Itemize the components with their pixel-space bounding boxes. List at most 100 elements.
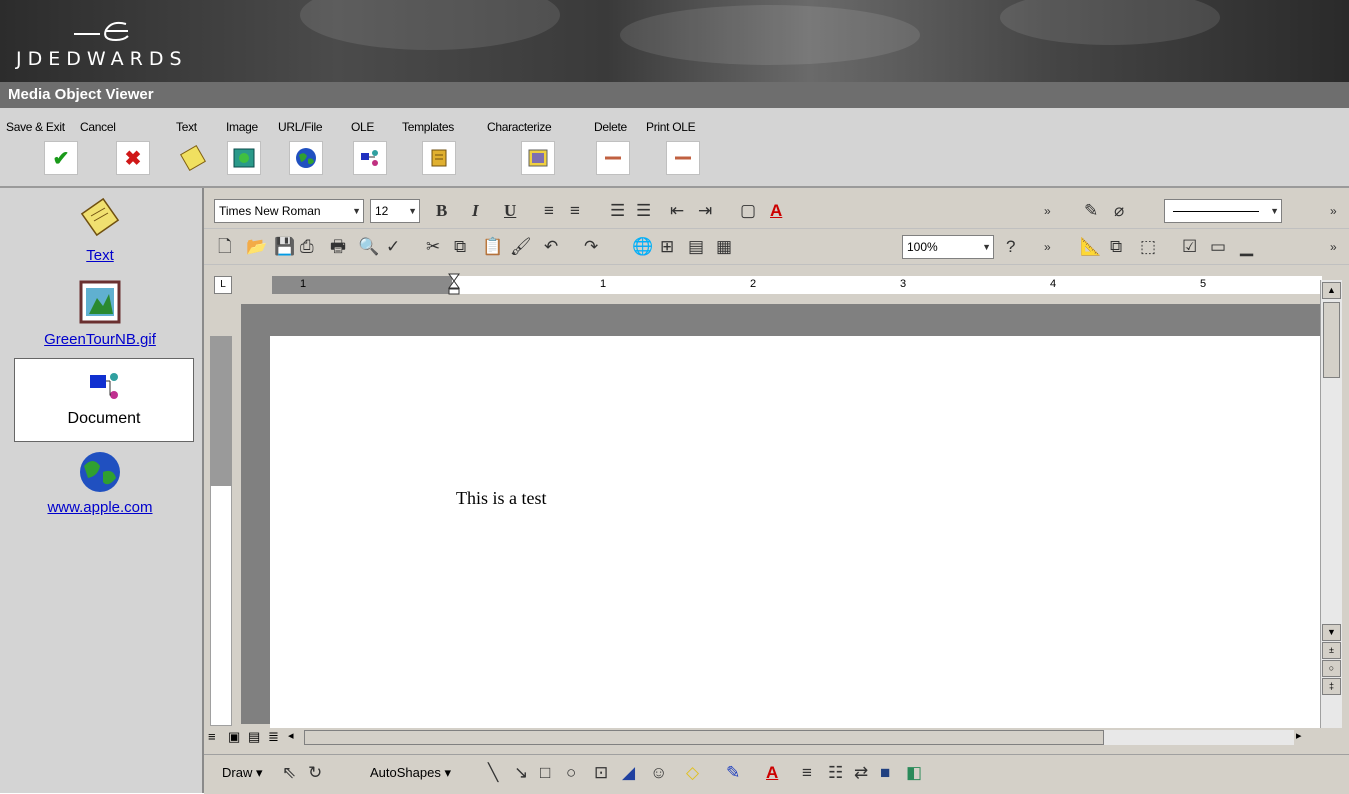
- outline-view-icon[interactable]: ≣: [268, 729, 279, 745]
- scroll-right-icon[interactable]: ▸: [1296, 729, 1302, 742]
- font-size-select[interactable]: 12 ▼: [370, 199, 420, 223]
- increase-indent-icon[interactable]: ⇥: [698, 201, 712, 221]
- save-icon[interactable]: 💾: [274, 237, 295, 257]
- permission-icon[interactable]: ⎙: [300, 237, 314, 257]
- insert-table-icon[interactable]: ▤: [688, 237, 704, 257]
- sidebar-item-text[interactable]: Text: [0, 196, 200, 264]
- print-preview-icon[interactable]: 🔍: [358, 237, 379, 257]
- arrow-tool-icon[interactable]: ↘: [514, 763, 528, 783]
- web-layout-icon[interactable]: ▣: [228, 729, 240, 745]
- insert-excel-icon[interactable]: ▦: [716, 237, 732, 257]
- paste-icon[interactable]: 📋: [482, 237, 503, 257]
- horizontal-scroll-track[interactable]: [1104, 730, 1294, 745]
- redo-icon[interactable]: ↷: [584, 237, 598, 257]
- cut-icon[interactable]: ✂: [426, 237, 440, 257]
- tables-borders-icon[interactable]: ⊞: [660, 237, 674, 257]
- scroll-left-icon[interactable]: ◂: [288, 729, 294, 742]
- draw-menu[interactable]: Draw ▾: [222, 765, 262, 781]
- line-style-icon[interactable]: ≡: [802, 763, 812, 783]
- text-box-tool-icon[interactable]: ⊡: [594, 763, 608, 783]
- spelling-icon[interactable]: ✓: [386, 237, 400, 257]
- autoshapes-menu[interactable]: AutoShapes ▾: [370, 765, 451, 781]
- line-color-icon[interactable]: ✎: [726, 763, 740, 783]
- border-icon[interactable]: ▢: [740, 201, 756, 221]
- horizontal-scroll-thumb[interactable]: [304, 730, 1104, 745]
- clip-art-icon[interactable]: ☺: [650, 763, 667, 783]
- properties-icon[interactable]: ⧉: [1110, 237, 1122, 257]
- shadow-icon[interactable]: ■: [880, 763, 890, 783]
- templates-label: Templates: [402, 120, 454, 134]
- font-color-icon[interactable]: A: [770, 201, 782, 221]
- x-icon: ✖: [124, 147, 142, 170]
- previous-page-icon[interactable]: ±: [1322, 642, 1341, 659]
- more-buttons-icon[interactable]: »: [1330, 201, 1337, 221]
- rectangle-tool-icon[interactable]: □: [540, 763, 550, 783]
- normal-view-icon[interactable]: ≡: [208, 729, 216, 744]
- command-button-icon[interactable]: ▁: [1240, 237, 1253, 257]
- indent-marker-icon[interactable]: [447, 272, 461, 296]
- text-button[interactable]: [176, 141, 210, 175]
- hyperlink-icon[interactable]: 🌐: [632, 237, 653, 257]
- cancel-button[interactable]: ✖: [116, 141, 150, 175]
- design-mode-icon[interactable]: 📐: [1080, 237, 1101, 257]
- eraser-icon[interactable]: ⌀: [1114, 201, 1124, 221]
- 3d-icon[interactable]: ◧: [906, 763, 922, 783]
- scroll-down-icon[interactable]: ▼: [1322, 624, 1341, 641]
- print-ole-button[interactable]: [666, 141, 700, 175]
- print-layout-icon[interactable]: ▤: [248, 729, 260, 745]
- sidebar-item-document[interactable]: Document: [14, 358, 194, 442]
- image-button[interactable]: [227, 141, 261, 175]
- underline-icon[interactable]: U: [504, 201, 516, 221]
- font-color-icon[interactable]: A: [766, 763, 778, 783]
- delete-button[interactable]: [596, 141, 630, 175]
- copy-icon[interactable]: ⧉: [454, 237, 466, 257]
- sidebar-item-apple[interactable]: www.apple.com: [0, 450, 200, 516]
- tab-selector[interactable]: L: [214, 276, 232, 294]
- wordart-icon[interactable]: ◢: [622, 763, 635, 783]
- free-rotate-icon[interactable]: ↻: [308, 763, 322, 783]
- open-folder-icon[interactable]: 📂: [246, 237, 267, 257]
- help-icon[interactable]: ?: [1006, 237, 1015, 257]
- checkbox-icon[interactable]: ☑: [1182, 237, 1197, 257]
- sidebar-item-greentour[interactable]: GreenTourNB.gif: [0, 280, 200, 348]
- decrease-indent-icon[interactable]: ⇤: [670, 201, 684, 221]
- oval-tool-icon[interactable]: ○: [566, 763, 576, 783]
- font-name-select[interactable]: Times New Roman ▼: [214, 199, 364, 223]
- align-center-icon[interactable]: ≡: [570, 201, 580, 221]
- more-buttons-icon[interactable]: »: [1044, 201, 1051, 221]
- numbered-list-icon[interactable]: ☰: [610, 201, 625, 221]
- select-objects-icon[interactable]: ⇖: [282, 763, 296, 783]
- format-painter-icon[interactable]: 🖌: [510, 237, 532, 257]
- line-style-select[interactable]: ▼: [1164, 199, 1282, 223]
- vertical-scrollbar[interactable]: ▲ ▼ ± ○ ‡: [1320, 280, 1342, 734]
- scroll-up-icon[interactable]: ▲: [1322, 282, 1341, 299]
- line-tool-icon[interactable]: ╲: [488, 763, 498, 783]
- ole-button[interactable]: [353, 141, 387, 175]
- bold-icon[interactable]: B: [436, 201, 447, 221]
- undo-icon[interactable]: ↶: [544, 237, 558, 257]
- more-buttons-icon[interactable]: »: [1330, 237, 1337, 257]
- more-buttons-icon[interactable]: »: [1044, 237, 1051, 257]
- templates-button[interactable]: [422, 141, 456, 175]
- pen-icon[interactable]: ✎: [1084, 201, 1098, 221]
- document-text[interactable]: This is a test: [456, 488, 547, 509]
- save-exit-button[interactable]: ✔: [44, 141, 78, 175]
- next-page-icon[interactable]: ‡: [1322, 678, 1341, 695]
- print-icon[interactable]: 🖶: [330, 237, 346, 257]
- italic-icon[interactable]: I: [472, 201, 479, 221]
- select-browse-object-icon[interactable]: ○: [1322, 660, 1341, 677]
- new-document-icon[interactable]: 🗋: [218, 237, 232, 257]
- arrow-style-icon[interactable]: ⇄: [854, 763, 868, 783]
- bullet-list-icon[interactable]: ☰: [636, 201, 651, 221]
- view-code-icon[interactable]: ⬚: [1140, 237, 1156, 257]
- align-left-icon[interactable]: ≡: [544, 201, 554, 221]
- textbox-icon[interactable]: ▭: [1210, 237, 1226, 257]
- scroll-thumb[interactable]: [1323, 302, 1340, 378]
- fill-color-icon[interactable]: ◇: [686, 763, 699, 783]
- document-page[interactable]: [270, 336, 1321, 736]
- url-file-button[interactable]: [289, 141, 323, 175]
- zoom-select[interactable]: 100% ▼: [902, 235, 994, 259]
- dash-style-icon[interactable]: ☷: [828, 763, 843, 783]
- horizontal-ruler[interactable]: L 1 1 2 3 4 5: [204, 272, 1349, 298]
- characterize-button[interactable]: [521, 141, 555, 175]
